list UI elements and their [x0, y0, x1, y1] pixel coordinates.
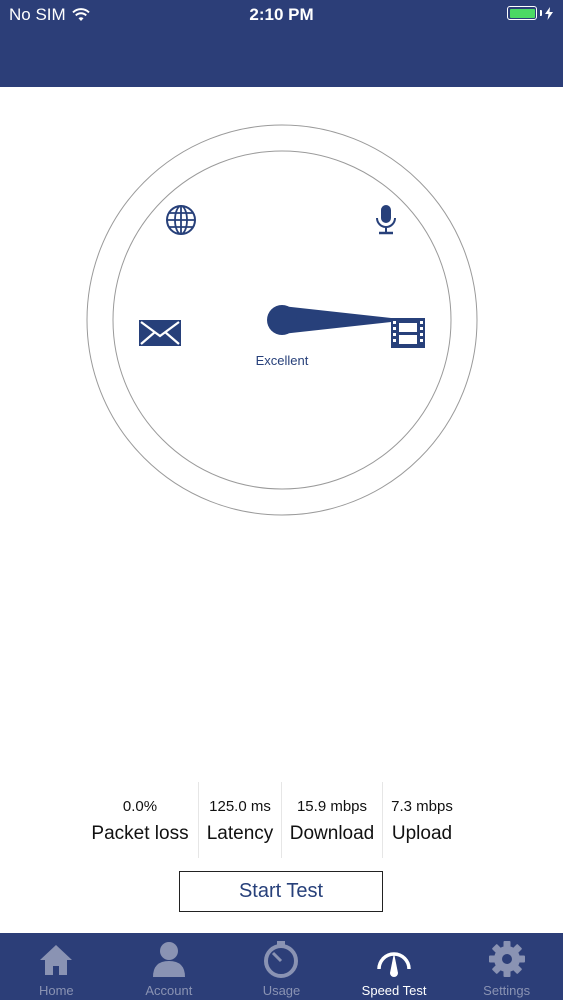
- latency-stat: 125.0 ms Latency: [199, 782, 282, 858]
- stats-row: 0.0% Packet loss 125.0 ms Latency 15.9 m…: [82, 782, 478, 858]
- status-bar: No SIM 2:10 PM: [0, 0, 563, 30]
- latency-label: Latency: [206, 823, 274, 844]
- download-label: Download: [289, 823, 375, 844]
- tab-usage[interactable]: Usage: [225, 933, 338, 1000]
- upload-label: Upload: [391, 823, 453, 844]
- tab-home-label: Home: [38, 983, 74, 998]
- tab-account[interactable]: Account: [113, 933, 226, 1000]
- gauge-needle: [267, 305, 391, 335]
- home-icon: [40, 945, 73, 975]
- packet-loss-label: Packet loss: [91, 823, 189, 844]
- tab-settings[interactable]: Settings: [450, 933, 563, 1000]
- battery-icon: [507, 6, 537, 20]
- speedometer-icon: [377, 952, 411, 977]
- start-test-button[interactable]: Start Test: [179, 871, 383, 912]
- header-bar: No SIM 2:10 PM: [0, 0, 563, 87]
- speed-gauge: [85, 123, 479, 517]
- globe-icon: [166, 205, 196, 235]
- packet-loss-stat: 0.0% Packet loss: [82, 782, 199, 858]
- battery-tip: [540, 10, 542, 16]
- battery-indicator: [507, 6, 553, 20]
- tab-settings-label: Settings: [483, 983, 531, 998]
- tab-account-label: Account: [145, 983, 193, 998]
- tab-speed-test[interactable]: Speed Test: [338, 933, 451, 1000]
- tab-bar: Home Account Usage Speed Test Settings: [0, 933, 563, 1000]
- gear-icon: [488, 941, 525, 977]
- battery-fill: [509, 8, 535, 18]
- download-value: 15.9 mbps: [296, 798, 368, 815]
- quality-label: Excellent: [255, 353, 309, 368]
- packet-loss-value: 0.0%: [122, 798, 158, 815]
- download-stat: 15.9 mbps Download: [282, 782, 383, 858]
- charging-bolt-icon: [545, 6, 553, 20]
- tab-home[interactable]: Home: [0, 933, 113, 1000]
- upload-stat: 7.3 mbps Upload: [383, 782, 461, 858]
- timer-icon: [264, 941, 299, 978]
- microphone-icon: [376, 205, 396, 235]
- tab-speed-test-label: Speed Test: [361, 983, 427, 998]
- film-icon: [391, 318, 425, 348]
- person-icon: [152, 942, 185, 977]
- upload-value: 7.3 mbps: [391, 798, 453, 815]
- latency-value: 125.0 ms: [209, 798, 271, 815]
- envelope-icon: [139, 320, 181, 346]
- status-time: 2:10 PM: [249, 5, 314, 24]
- tab-usage-label: Usage: [262, 983, 301, 998]
